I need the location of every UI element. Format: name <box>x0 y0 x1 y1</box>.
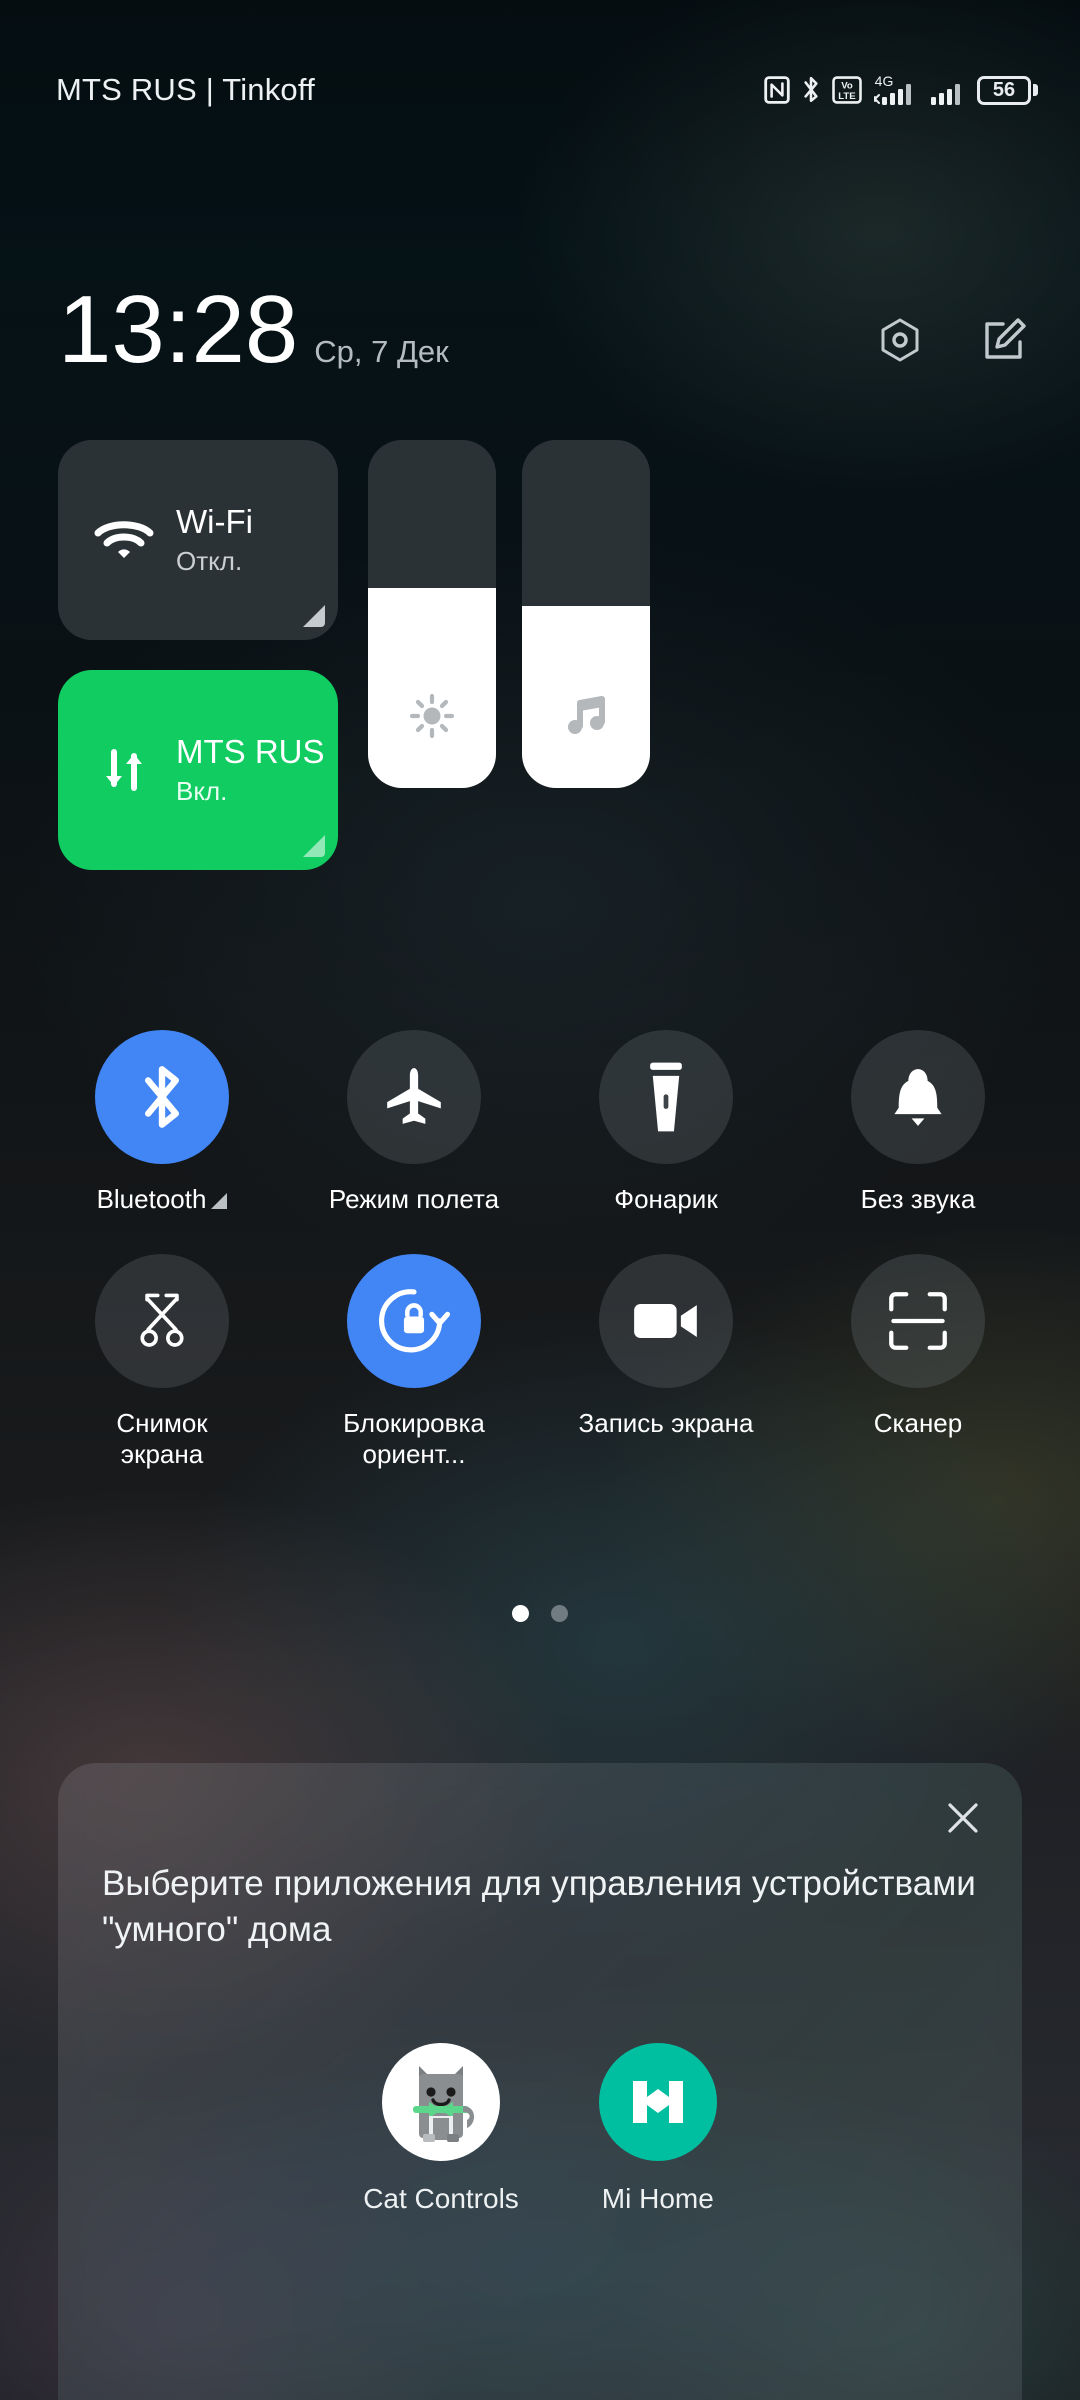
toggle-screen-record-label: Запись экрана <box>578 1407 754 1438</box>
page-indicator <box>0 1605 1080 1622</box>
toggle-scanner[interactable]: Сканер <box>792 1253 1044 1471</box>
airplane-icon <box>387 1068 441 1124</box>
toggle-flashlight-circle[interactable] <box>599 1030 733 1164</box>
toggle-rotation-lock-label: Блокировка ориент... <box>343 1407 485 1470</box>
app-mi-home-label: Mi Home <box>601 2183 714 2214</box>
page-dot-1[interactable] <box>512 1605 529 1622</box>
smart-home-card: Выберите приложения для управления устро… <box>58 1763 1022 2400</box>
status-icons: Vo LTE 4G 56 <box>764 73 1038 107</box>
toggle-screenshot-label: Снимок экрана <box>116 1407 208 1470</box>
screenshot-scissors-icon <box>140 1293 184 1347</box>
brightness-slider[interactable] <box>368 440 496 788</box>
toggle-screenshot-circle[interactable] <box>95 1253 229 1388</box>
tile-wifi-title: Wi-Fi <box>176 502 253 540</box>
toggle-row-2: Снимок экрана Блокировка ориент... Запис… <box>36 1253 1044 1471</box>
scanner-frame-icon <box>889 1291 947 1350</box>
close-icon[interactable] <box>936 1791 990 1845</box>
toggle-bluetooth[interactable]: Bluetooth <box>36 1030 288 1216</box>
tile-mobile-data[interactable]: MTS RUS Вкл. <box>58 670 338 870</box>
tile-wifi-status: Откл. <box>176 546 243 577</box>
nfc-icon <box>764 76 790 104</box>
toggle-row-1: Bluetooth Режим полета Фонарик Без звука <box>36 1030 1044 1216</box>
battery-level: 56 <box>992 79 1016 101</box>
tile-data-title: MTS RUS <box>176 732 325 770</box>
clock-date: Ср, 7 Дек <box>314 334 449 369</box>
toggle-silent[interactable]: Без звука <box>792 1030 1044 1216</box>
header-actions <box>874 314 1030 378</box>
volte-icon: Vo LTE <box>832 76 862 104</box>
clock-time: 13:28 <box>58 276 299 383</box>
mi-home-icon <box>598 2043 717 2161</box>
toggle-screenshot[interactable]: Снимок экрана <box>36 1253 288 1471</box>
flashlight-icon <box>650 1062 682 1132</box>
expand-corner-icon[interactable] <box>303 835 325 857</box>
toggle-airplane-mode-label: Режим полета <box>328 1184 500 1214</box>
toggle-bluetooth-circle[interactable] <box>95 1030 229 1164</box>
tile-wifi[interactable]: Wi-Fi Откл. <box>58 440 338 640</box>
brightness-slider-fill <box>368 588 496 788</box>
smart-home-app-list: Cat Controls Mi Home <box>58 2043 1022 2215</box>
tile-data-status: Вкл. <box>176 776 228 807</box>
data-transfer-icon <box>88 742 160 798</box>
edit-pencil-icon[interactable] <box>978 314 1030 366</box>
cat-icon <box>382 2043 500 2161</box>
primary-tiles-row: Wi-Fi Откл. MTS RUS Вкл. <box>58 440 1022 870</box>
brightness-sun-icon <box>409 693 455 744</box>
toggle-rotation-lock-circle[interactable] <box>347 1253 481 1388</box>
svg-text:LTE: LTE <box>838 91 856 102</box>
toggle-screen-record-circle[interactable] <box>599 1253 733 1388</box>
clock-row: 13:28 Ср, 7 Дек <box>0 258 1080 378</box>
smart-home-card-title: Выберите приложения для управления устро… <box>102 1864 976 1950</box>
toggle-silent-label: Без звука <box>860 1184 976 1214</box>
video-camera-icon <box>634 1303 697 1338</box>
clock-date-group[interactable]: 13:28 Ср, 7 Дек <box>58 282 449 378</box>
wifi-icon <box>88 516 160 564</box>
toggle-silent-circle[interactable] <box>851 1030 985 1164</box>
toggle-airplane-mode-circle[interactable] <box>347 1030 481 1164</box>
bluetooth-icon <box>801 75 821 105</box>
status-bar: MTS RUS | Tinkoff Vo LTE 4G 56 <box>0 0 1080 180</box>
svg-text:Vo: Vo <box>841 81 853 92</box>
toggle-flashlight-label: Фонарик <box>614 1184 718 1214</box>
toggle-rotation-lock[interactable]: Блокировка ориент... <box>288 1253 540 1471</box>
battery-icon: 56 <box>977 75 1038 105</box>
toggle-screen-record[interactable]: Запись экрана <box>540 1253 792 1471</box>
carrier-label: MTS RUS | Tinkoff <box>56 72 315 107</box>
toggle-scanner-circle[interactable] <box>851 1253 985 1388</box>
signal-icon <box>930 73 966 107</box>
music-note-icon <box>564 693 608 744</box>
toggle-bluetooth-label: Bluetooth <box>97 1184 228 1216</box>
gear-hexagon-icon[interactable] <box>874 314 926 366</box>
bell-mute-icon <box>894 1069 942 1126</box>
expand-corner-icon[interactable] <box>211 1193 228 1209</box>
toggle-airplane-mode[interactable]: Режим полета <box>288 1030 540 1216</box>
app-mi-home[interactable]: Mi Home <box>598 2043 717 2215</box>
rotation-lock-icon <box>379 1288 451 1353</box>
bluetooth-icon <box>144 1066 180 1128</box>
app-cat-controls[interactable]: Cat Controls <box>363 2043 519 2215</box>
expand-corner-icon[interactable] <box>303 605 325 627</box>
app-cat-controls-label: Cat Controls <box>363 2183 519 2214</box>
svg-text:4G: 4G <box>875 73 894 89</box>
media-volume-slider[interactable] <box>522 440 650 788</box>
toggle-grid: Bluetooth Режим полета Фонарик Без звука… <box>0 1030 1080 1471</box>
quick-settings-panel: MTS RUS | Tinkoff Vo LTE 4G 56 13:28 Ср,… <box>0 0 1080 2400</box>
toggle-scanner-label: Сканер <box>873 1407 963 1438</box>
signal-4g-icon: 4G <box>873 73 919 107</box>
toggle-flashlight[interactable]: Фонарик <box>540 1030 792 1216</box>
page-dot-2[interactable] <box>551 1605 568 1622</box>
